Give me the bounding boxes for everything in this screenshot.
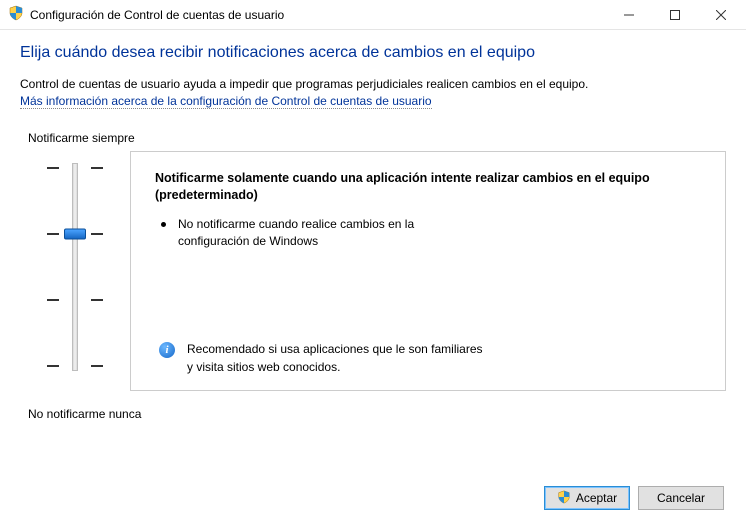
slider-tick [47,299,103,301]
description-text: Control de cuentas de usuario ayuda a im… [20,76,726,92]
title-bar: Configuración de Control de cuentas de u… [0,0,746,30]
window-controls [606,0,744,30]
recommendation-text: Recomendado si usa aplicaciones que le s… [187,341,487,376]
dialog-buttons: Aceptar Cancelar [544,486,724,510]
notification-level-slider[interactable] [47,157,103,377]
page-heading: Elija cuándo desea recibir notificacione… [20,44,726,62]
slider-thumb[interactable] [64,229,86,240]
info-icon: i [159,342,175,358]
slider-track [72,163,78,371]
level-description-panel: Notificarme solamente cuando una aplicac… [130,151,726,391]
cancel-button[interactable]: Cancelar [638,486,724,510]
bullet-icon [161,222,166,227]
window-title: Configuración de Control de cuentas de u… [30,8,606,22]
level-bullet-row: No notificarme cuando realice cambios en… [155,216,701,251]
recommendation-row: i Recomendado si usa aplicaciones que le… [155,341,701,376]
ok-button[interactable]: Aceptar [544,486,630,510]
close-button[interactable] [698,0,744,30]
level-bullet-text: No notificarme cuando realice cambios en… [178,216,458,251]
slider-tick [47,167,103,169]
cancel-button-label: Cancelar [657,491,705,505]
level-title: Notificarme solamente cuando una aplicac… [155,170,701,204]
shield-icon [8,5,24,24]
slider-top-label: Notificarme siempre [28,131,726,145]
maximize-button[interactable] [652,0,698,30]
slider-tick [47,365,103,367]
slider-bottom-label: No notificarme nunca [28,407,726,421]
shield-icon [557,490,571,507]
more-info-link[interactable]: Más información acerca de la configuraci… [20,94,432,109]
ok-button-label: Aceptar [576,491,617,505]
content-area: Elija cuándo desea recibir notificacione… [0,30,746,421]
minimize-button[interactable] [606,0,652,30]
